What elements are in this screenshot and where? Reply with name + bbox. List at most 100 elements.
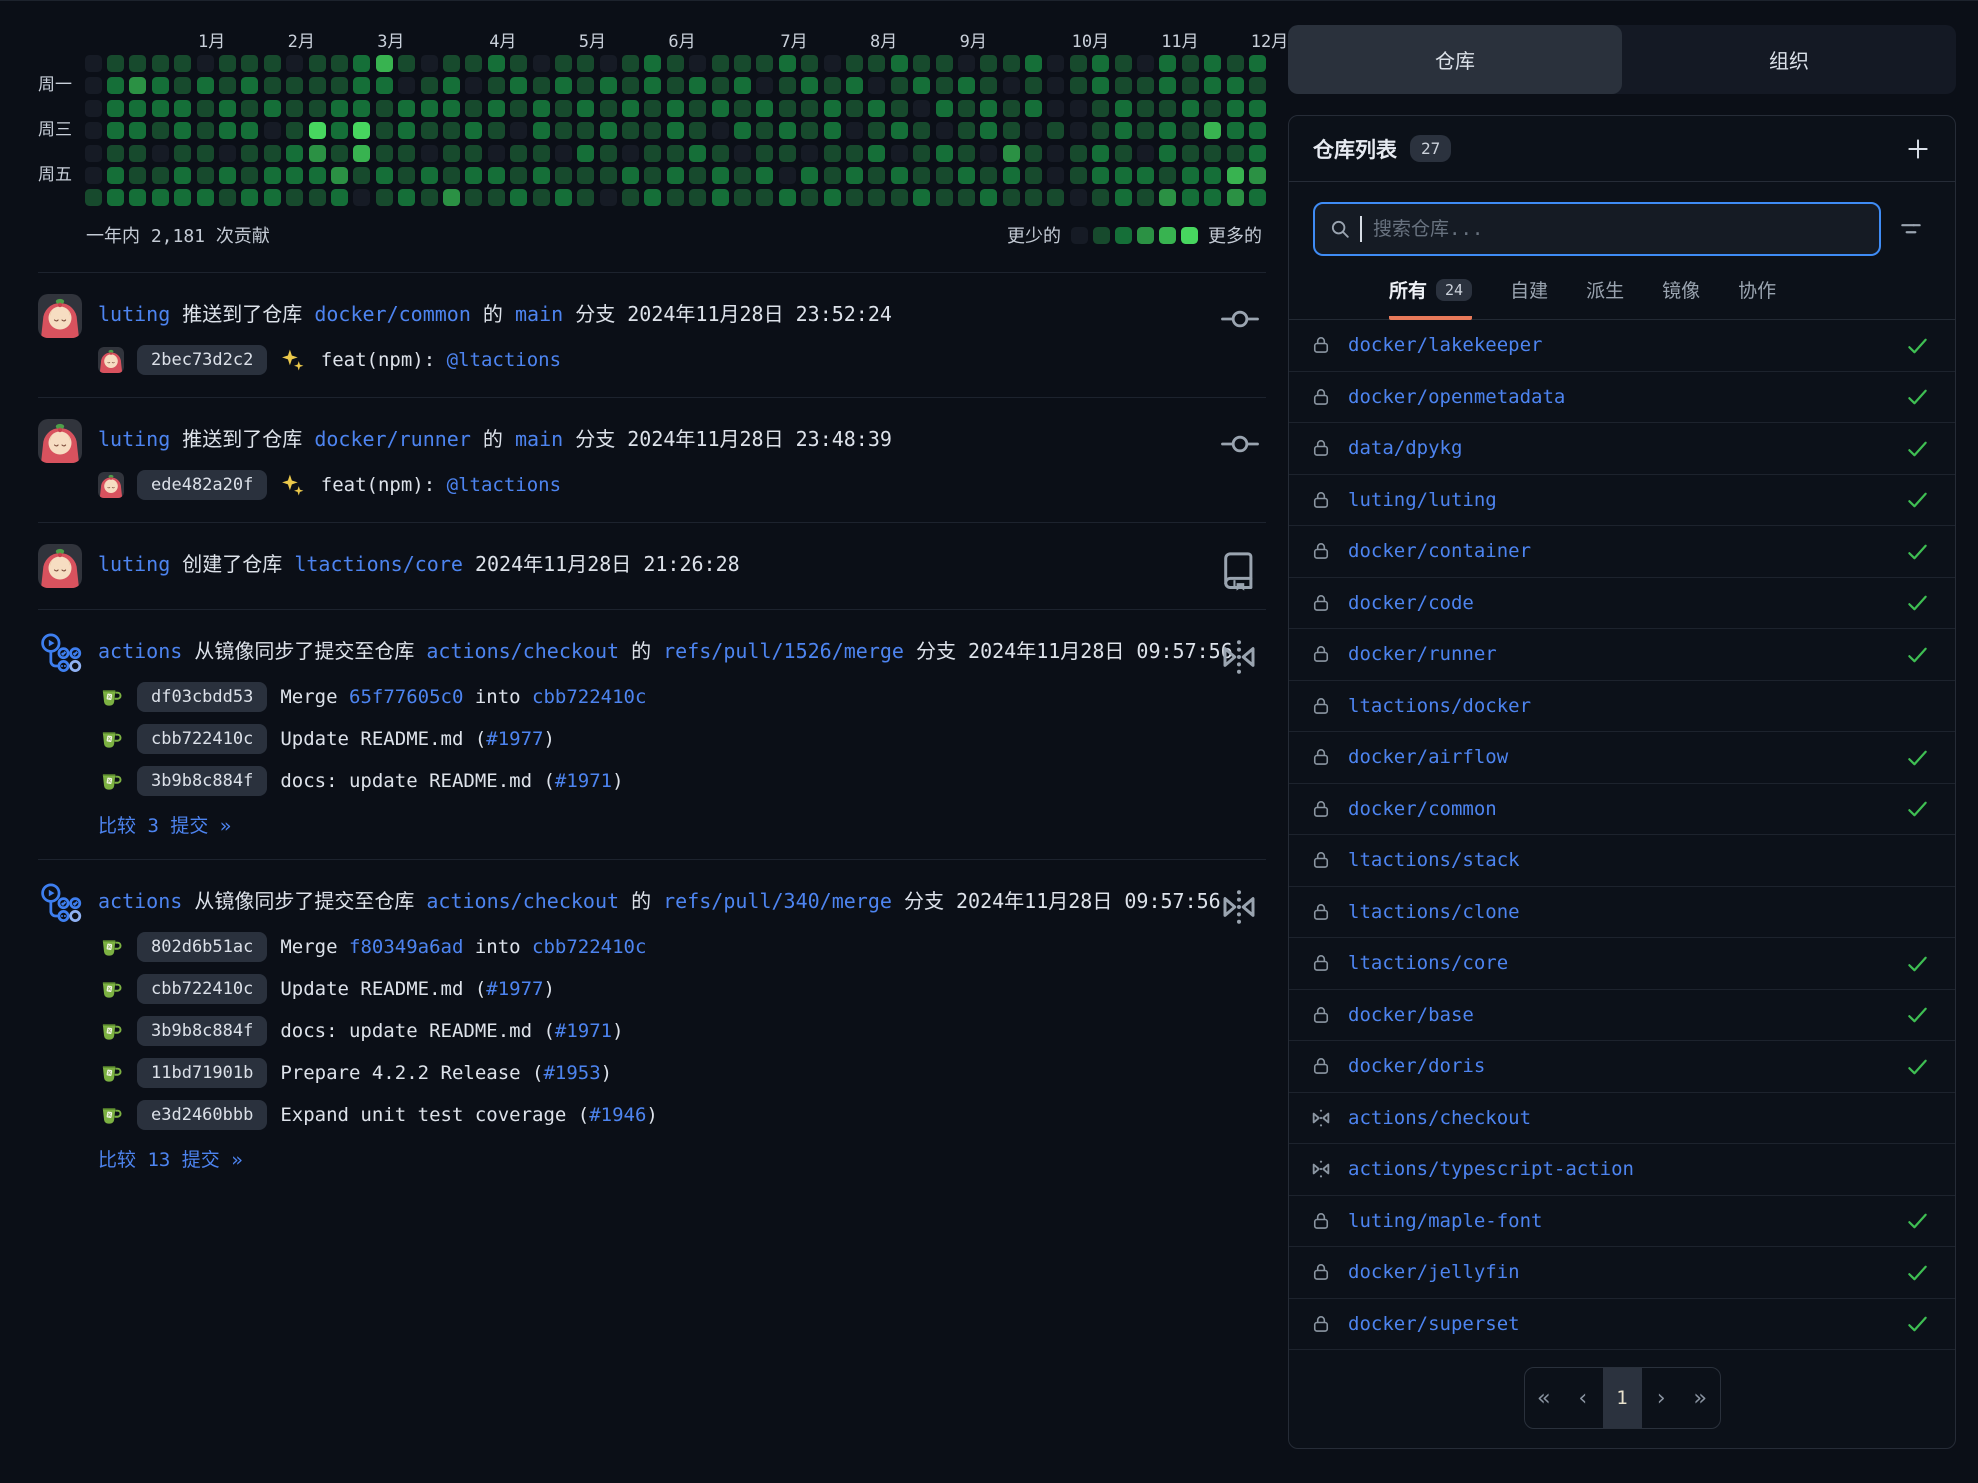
heatmap-cell[interactable]	[1047, 77, 1064, 94]
heatmap-cell[interactable]	[779, 77, 796, 94]
heatmap-cell[interactable]	[1249, 100, 1266, 117]
heatmap-cell[interactable]	[421, 189, 438, 206]
heatmap-cell[interactable]	[1092, 167, 1109, 184]
heatmap-cell[interactable]	[152, 122, 169, 139]
heatmap-cell[interactable]	[331, 100, 348, 117]
heatmap-cell[interactable]	[1115, 100, 1132, 117]
heatmap-cell[interactable]	[1204, 100, 1221, 117]
heatmap-cell[interactable]	[980, 189, 997, 206]
heatmap-cell[interactable]	[913, 100, 930, 117]
heatmap-cell[interactable]	[152, 100, 169, 117]
filter-tab-自建[interactable]: 自建	[1510, 276, 1548, 320]
repo-row[interactable]: ltactions/core	[1289, 938, 1955, 990]
heatmap-cell[interactable]	[712, 145, 729, 162]
commit-hash[interactable]: 802d6b51ac	[137, 932, 267, 962]
heatmap-cell[interactable]	[868, 100, 885, 117]
inline-link[interactable]: actions	[98, 639, 182, 663]
heatmap-cell[interactable]	[241, 145, 258, 162]
heatmap-cell[interactable]	[398, 122, 415, 139]
heatmap-cell[interactable]	[600, 122, 617, 139]
new-repo-button[interactable]	[1905, 136, 1931, 162]
heatmap-cell[interactable]	[712, 189, 729, 206]
heatmap-cell[interactable]	[1003, 189, 1020, 206]
heatmap-cell[interactable]	[801, 55, 818, 72]
heatmap-cell[interactable]	[533, 122, 550, 139]
heatmap-cell[interactable]	[1227, 100, 1244, 117]
heatmap-cell[interactable]	[712, 167, 729, 184]
heatmap-cell[interactable]	[376, 55, 393, 72]
heatmap-cell[interactable]	[398, 55, 415, 72]
heatmap-cell[interactable]	[264, 100, 281, 117]
heatmap-cell[interactable]	[465, 167, 482, 184]
heatmap-cell[interactable]	[980, 122, 997, 139]
heatmap-cell[interactable]	[980, 100, 997, 117]
heatmap-cell[interactable]	[801, 145, 818, 162]
heatmap-cell[interactable]	[107, 167, 124, 184]
heatmap-cell[interactable]	[712, 55, 729, 72]
inline-link[interactable]: f80349a6ad	[349, 936, 463, 958]
heatmap-cell[interactable]	[241, 189, 258, 206]
heatmap-cell[interactable]	[107, 55, 124, 72]
heatmap-cell[interactable]	[197, 122, 214, 139]
heatmap-cell[interactable]	[510, 77, 527, 94]
heatmap-cell[interactable]	[622, 189, 639, 206]
heatmap-cell[interactable]	[1182, 55, 1199, 72]
inline-link[interactable]: main	[515, 302, 563, 326]
inline-link[interactable]: luting	[98, 552, 170, 576]
heatmap-cell[interactable]	[779, 55, 796, 72]
heatmap-cell[interactable]	[129, 167, 146, 184]
heatmap-cell[interactable]	[756, 145, 773, 162]
heatmap-cell[interactable]	[1182, 145, 1199, 162]
heatmap-cell[interactable]	[1003, 100, 1020, 117]
repo-link[interactable]: actions/typescript-action	[1348, 1158, 1634, 1180]
page-button-›[interactable]: ›	[1642, 1368, 1681, 1428]
heatmap-cell[interactable]	[779, 145, 796, 162]
inline-link[interactable]: #1971	[555, 770, 612, 792]
heatmap-cell[interactable]	[622, 167, 639, 184]
repo-link[interactable]: docker/jellyfin	[1348, 1261, 1520, 1283]
heatmap-cell[interactable]	[868, 145, 885, 162]
repo-link[interactable]: actions/checkout	[1348, 1107, 1531, 1129]
heatmap-cell[interactable]	[421, 145, 438, 162]
heatmap-cell[interactable]	[129, 55, 146, 72]
heatmap-cell[interactable]	[1003, 167, 1020, 184]
heatmap-cell[interactable]	[824, 145, 841, 162]
heatmap-cell[interactable]	[398, 100, 415, 117]
heatmap-cell[interactable]	[197, 167, 214, 184]
tab-repositories[interactable]: 仓库	[1288, 25, 1622, 94]
heatmap-cell[interactable]	[510, 189, 527, 206]
heatmap-cell[interactable]	[309, 189, 326, 206]
heatmap-cell[interactable]	[219, 100, 236, 117]
heatmap-cell[interactable]	[980, 77, 997, 94]
heatmap-cell[interactable]	[555, 167, 572, 184]
inline-link[interactable]: actions/checkout	[426, 889, 619, 913]
heatmap-cell[interactable]	[913, 122, 930, 139]
heatmap-cell[interactable]	[1092, 189, 1109, 206]
heatmap-cell[interactable]	[219, 189, 236, 206]
filter-tab-镜像[interactable]: 镜像	[1662, 276, 1700, 320]
heatmap-cell[interactable]	[891, 167, 908, 184]
heatmap-cell[interactable]	[286, 55, 303, 72]
repo-link[interactable]: ltactions/docker	[1348, 695, 1531, 717]
heatmap-cell[interactable]	[980, 55, 997, 72]
inline-link[interactable]: #1977	[486, 978, 543, 1000]
heatmap-cell[interactable]	[1115, 145, 1132, 162]
tab-organizations[interactable]: 组织	[1622, 25, 1956, 94]
heatmap-cell[interactable]	[891, 77, 908, 94]
heatmap-cell[interactable]	[644, 167, 661, 184]
heatmap-cell[interactable]	[286, 122, 303, 139]
heatmap-cell[interactable]	[980, 167, 997, 184]
filter-tab-所有[interactable]: 所有24	[1389, 276, 1472, 320]
inline-link[interactable]: main	[515, 427, 563, 451]
commit-hash[interactable]: e3d2460bbb	[137, 1100, 267, 1130]
repo-link[interactable]: luting/maple-font	[1348, 1210, 1542, 1232]
heatmap-cell[interactable]	[600, 167, 617, 184]
heatmap-cell[interactable]	[1025, 145, 1042, 162]
repo-row[interactable]: docker/lakekeeper	[1289, 320, 1955, 372]
repo-link[interactable]: docker/base	[1348, 1004, 1474, 1026]
heatmap-cell[interactable]	[465, 55, 482, 72]
heatmap-cell[interactable]	[107, 77, 124, 94]
heatmap-cell[interactable]	[533, 167, 550, 184]
heatmap-cell[interactable]	[353, 77, 370, 94]
heatmap-cell[interactable]	[264, 122, 281, 139]
